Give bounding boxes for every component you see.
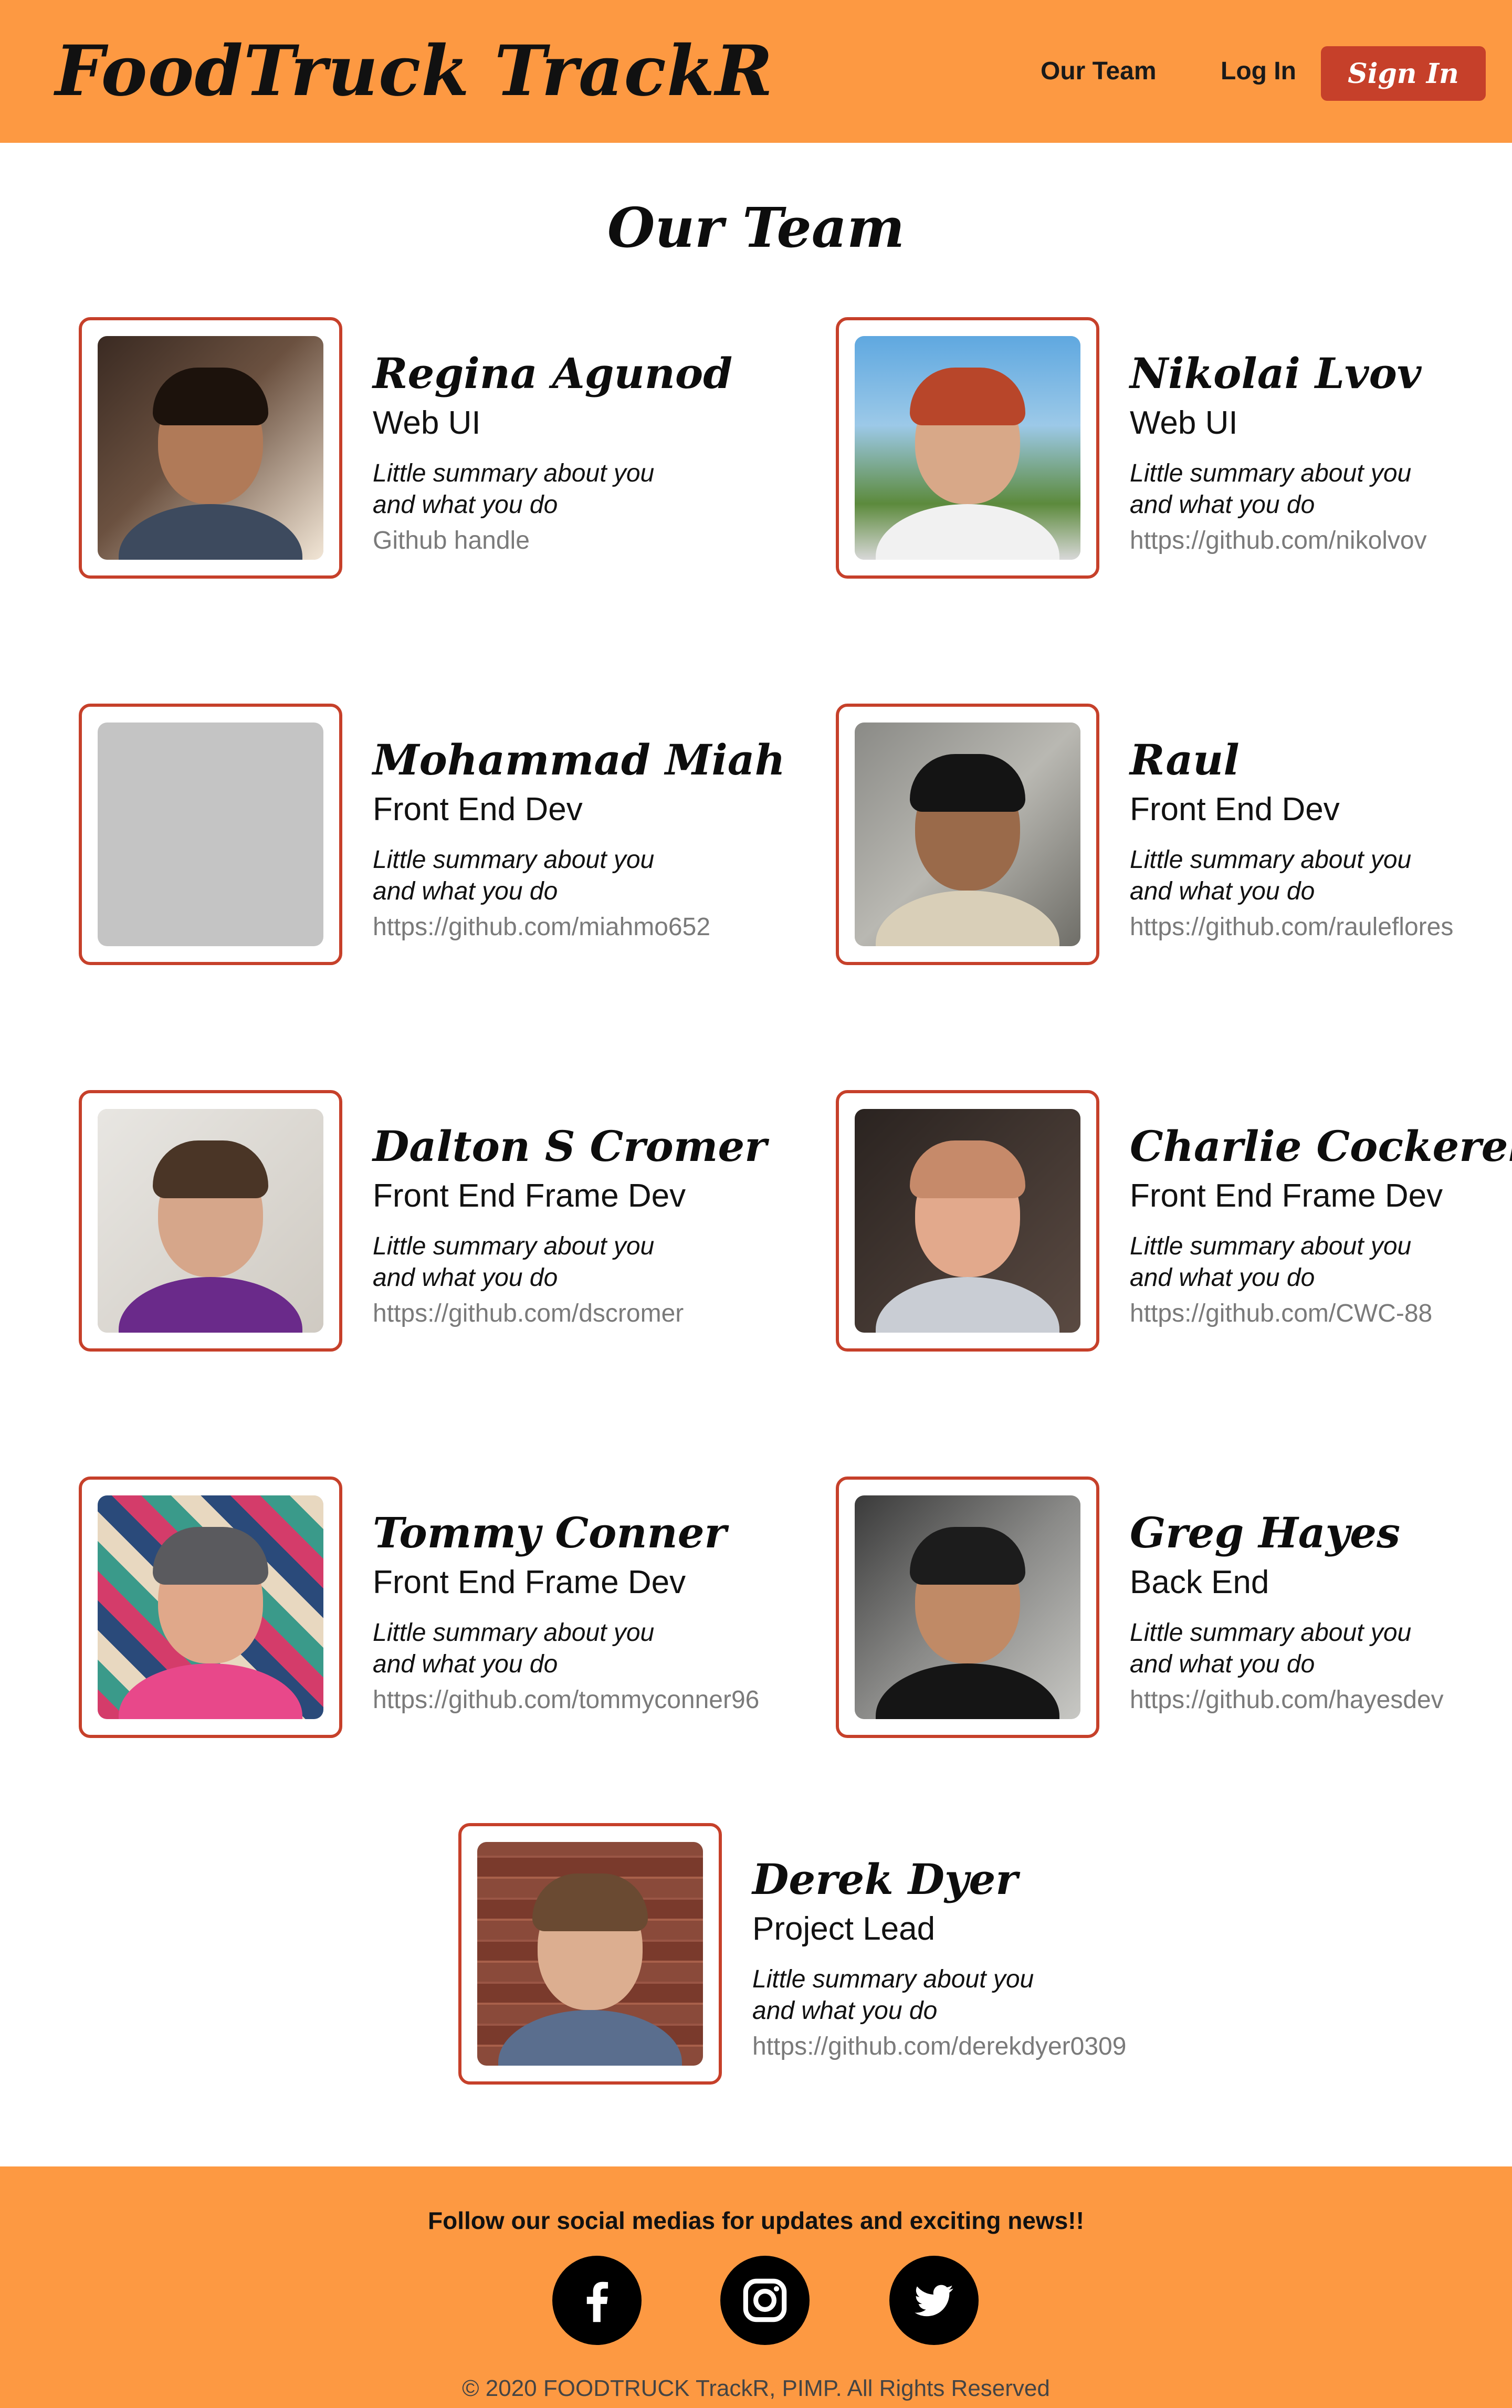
- summary-line: and what you do: [373, 491, 558, 519]
- summary-line: and what you do: [1130, 1264, 1315, 1292]
- twitter-icon[interactable]: [889, 2256, 979, 2345]
- sign-in-button[interactable]: Sign In: [1321, 46, 1486, 101]
- member-name: Raul: [1130, 735, 1240, 784]
- member-role: Front End Frame Dev: [373, 1564, 686, 1600]
- member-name: Derek Dyer: [752, 1855, 1018, 1904]
- profile-photo-frame: [836, 1477, 1099, 1738]
- member-name: Dalton S Cromer: [373, 1122, 767, 1171]
- facebook-icon[interactable]: [552, 2256, 642, 2345]
- footer-message: Follow our social medias for updates and…: [428, 2207, 1084, 2234]
- summary-line: and what you do: [1130, 491, 1315, 519]
- summary-line: Little summary about you: [373, 459, 655, 487]
- member-summary: Little summary about you and what you do: [752, 1964, 1034, 2027]
- copyright-text: © 2020 FOODTRUCK TrackR, PIMP. All Right…: [462, 2375, 1050, 2401]
- member-role: Front End Frame Dev: [373, 1178, 686, 1214]
- member-summary: Little summary about you and what you do: [1130, 1617, 1411, 1680]
- member-name: Charlie Cockerell: [1130, 1122, 1512, 1171]
- profile-photo: [855, 723, 1080, 946]
- site-header: FoodTruck TrackR Our Team Log In Sign In: [0, 0, 1512, 143]
- nav-login-link[interactable]: Log In: [1221, 57, 1296, 86]
- summary-line: Little summary about you: [752, 1965, 1034, 1993]
- profile-photo-frame: [836, 704, 1099, 965]
- profile-photo: [855, 1109, 1080, 1333]
- profile-photo-frame: [836, 1090, 1099, 1352]
- member-role: Project Lead: [752, 1911, 936, 1947]
- member-role: Back End: [1130, 1564, 1269, 1600]
- team-member-card: Dalton S Cromer Front End Frame Dev Litt…: [79, 1090, 766, 1353]
- instagram-icon: [743, 2278, 787, 2322]
- profile-photo: [477, 1842, 703, 2066]
- member-name: Greg Hayes: [1130, 1508, 1400, 1557]
- github-link[interactable]: https://github.com/hayesdev: [1130, 1685, 1444, 1714]
- summary-line: and what you do: [752, 1997, 938, 2025]
- summary-line: Little summary about you: [1130, 846, 1412, 874]
- profile-photo-frame: [836, 317, 1099, 579]
- member-name: Mohammad Miah: [373, 735, 785, 784]
- profile-photo-frame: [79, 1477, 342, 1738]
- member-summary: Little summary about you and what you do: [1130, 1231, 1411, 1294]
- member-role: Front End Dev: [373, 791, 583, 828]
- summary-line: Little summary about you: [373, 1232, 655, 1260]
- site-footer: Follow our social medias for updates and…: [0, 2166, 1512, 2408]
- summary-line: and what you do: [1130, 1650, 1315, 1678]
- profile-photo-frame: [79, 704, 342, 965]
- profile-photo: [98, 336, 323, 560]
- profile-photo: [98, 1495, 323, 1719]
- summary-line: Little summary about you: [1130, 459, 1412, 487]
- profile-photo-frame: [458, 1823, 722, 2085]
- team-member-card: Greg Hayes Back End Little summary about…: [836, 1477, 1512, 1739]
- instagram-icon[interactable]: [720, 2256, 810, 2345]
- member-role: Web UI: [373, 405, 481, 441]
- summary-line: and what you do: [373, 1264, 558, 1292]
- profile-photo: [855, 1495, 1080, 1719]
- github-link[interactable]: https://github.com/CWC-88: [1130, 1299, 1432, 1328]
- member-role: Front End Dev: [1130, 791, 1340, 828]
- github-link[interactable]: https://github.com/rauleflores: [1130, 913, 1453, 941]
- github-link[interactable]: https://github.com/nikolvov: [1130, 526, 1427, 555]
- summary-line: Little summary about you: [373, 846, 655, 874]
- member-name: Nikolai Lvov: [1130, 349, 1422, 398]
- profile-photo: [98, 1109, 323, 1333]
- member-role: Front End Frame Dev: [1130, 1178, 1443, 1214]
- member-summary: Little summary about you and what you do: [373, 844, 654, 907]
- member-role: Web UI: [1130, 405, 1238, 441]
- team-member-card: Tommy Conner Front End Frame Dev Little …: [79, 1477, 761, 1739]
- profile-photo-frame: [79, 1090, 342, 1352]
- member-name: Tommy Conner: [373, 1508, 727, 1557]
- github-link[interactable]: https://github.com/miahmo652: [373, 913, 710, 941]
- site-logo[interactable]: FoodTruck TrackR: [55, 30, 773, 112]
- team-member-card: Regina Agunod Web UI Little summary abou…: [79, 317, 761, 580]
- profile-photo: [855, 336, 1080, 560]
- nav-our-team-link[interactable]: Our Team: [1041, 57, 1157, 86]
- summary-line: Little summary about you: [373, 1619, 655, 1647]
- summary-line: Little summary about you: [1130, 1232, 1412, 1260]
- github-link[interactable]: https://github.com/tommyconner96: [373, 1685, 759, 1714]
- team-member-card: Raul Front End Dev Little summary about …: [836, 704, 1512, 966]
- member-summary: Little summary about you and what you do: [373, 1617, 654, 1680]
- member-name: Regina Agunod: [373, 349, 733, 398]
- github-link[interactable]: https://github.com/dscromer: [373, 1299, 684, 1328]
- twitter-icon: [915, 2285, 953, 2317]
- team-member-card: Derek Dyer Project Lead Little summary a…: [458, 1823, 1141, 2086]
- summary-line: and what you do: [373, 1650, 558, 1678]
- github-link[interactable]: Github handle: [373, 526, 530, 555]
- page-title: Our Team: [607, 195, 905, 260]
- github-link[interactable]: https://github.com/derekdyer0309: [752, 2032, 1126, 2061]
- team-member-card: Mohammad Miah Front End Dev Little summa…: [79, 704, 785, 966]
- member-summary: Little summary about you and what you do: [373, 1231, 654, 1294]
- summary-line: and what you do: [1130, 877, 1315, 905]
- profile-photo-placeholder: [98, 723, 323, 946]
- team-member-card: Charlie Cockerell Front End Frame Dev Li…: [836, 1090, 1512, 1353]
- summary-line: Little summary about you: [1130, 1619, 1412, 1647]
- facebook-icon: [586, 2281, 608, 2322]
- member-summary: Little summary about you and what you do: [1130, 458, 1411, 521]
- member-summary: Little summary about you and what you do: [1130, 844, 1411, 907]
- team-member-card: Nikolai Lvov Web UI Little summary about…: [836, 317, 1512, 580]
- summary-line: and what you do: [373, 877, 558, 905]
- profile-photo-frame: [79, 317, 342, 579]
- member-summary: Little summary about you and what you do: [373, 458, 654, 521]
